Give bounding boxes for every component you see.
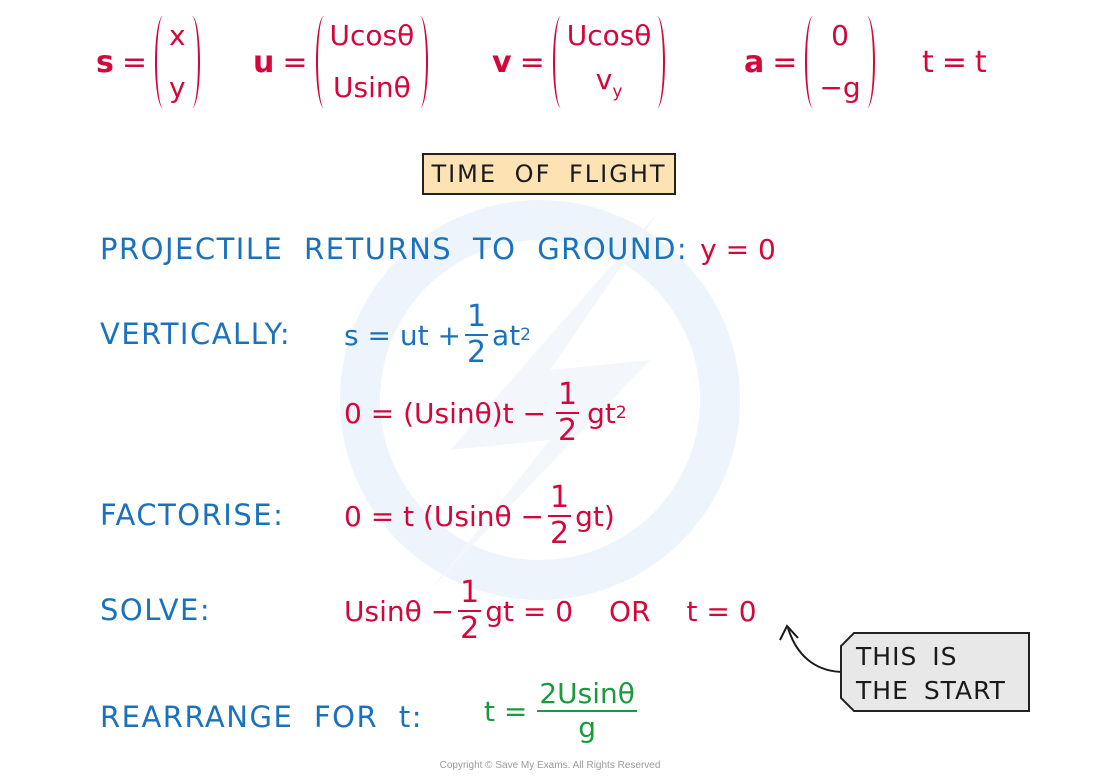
section-title: TIME OF FLIGHT	[422, 153, 676, 195]
vector-bottom: −g	[819, 71, 861, 104]
vector-top: Ucosθ	[329, 19, 415, 52]
equation-lhs: 0 = (Usinθ)t −	[344, 396, 547, 430]
fraction-numerator: 1	[466, 299, 487, 334]
fraction-half: 1 2	[556, 377, 580, 448]
vector-s-definition: s = x y	[96, 12, 200, 112]
fraction-half: 1 2	[458, 575, 482, 646]
vector-a-definition: a = 0 −g	[744, 12, 875, 112]
vector-bottom: Usinθ	[333, 71, 411, 104]
fraction-denominator: 2	[460, 611, 480, 646]
time-value: t	[974, 44, 987, 80]
step-math: y = 0	[700, 233, 776, 266]
fraction-denominator: 2	[549, 516, 570, 551]
annotation-tag: THIS IS THE START	[840, 632, 1030, 712]
fraction-denominator: g	[578, 711, 597, 744]
vector-top: Ucosθ	[566, 19, 652, 52]
equals-sign: =	[519, 44, 545, 80]
equation-term: at	[492, 318, 521, 352]
step-label-vertically: VERTICALLY:	[100, 317, 292, 351]
equation-lhs: 0 = t (Usinθ −	[344, 499, 544, 533]
vector-name: t	[922, 44, 934, 80]
time-definition: t = t	[922, 12, 987, 112]
vector-name: s	[96, 44, 114, 80]
vector-top: 0	[831, 19, 849, 52]
vector-bottom: vy	[596, 58, 623, 114]
fraction-half: 1 2	[547, 480, 572, 551]
equation-lhs: s = ut +	[344, 318, 461, 352]
column-vector: Ucosθ vy	[552, 14, 666, 110]
equals-sign: =	[772, 44, 798, 80]
step-label-factorise: FACTORISE:	[100, 498, 285, 532]
equation-term: gt = 0	[485, 594, 574, 628]
equals-sign: =	[941, 44, 967, 80]
equals-sign: =	[282, 44, 308, 80]
substituted-equation: 0 = (Usinθ)t − 1 2 gt 2	[344, 380, 627, 446]
step-label: PROJECTILE RETURNS TO GROUND:	[100, 232, 689, 266]
or-word: OR	[609, 594, 651, 628]
v-symbol: v	[595, 63, 613, 96]
equals-sign: =	[121, 44, 147, 80]
vector-top: x	[169, 19, 186, 52]
result-fraction: 2Usinθ g	[537, 680, 637, 742]
column-vector: Ucosθ Usinθ	[315, 14, 429, 110]
fraction-denominator: 2	[466, 335, 487, 370]
fraction-numerator: 2Usinθ	[539, 677, 635, 710]
equation-lhs: t =	[484, 694, 528, 728]
suvat-equation: s = ut + 1 2 at 2	[344, 302, 531, 368]
fraction-half: 1 2	[464, 299, 489, 370]
factorised-equation: 0 = t (Usinθ − 1 2 gt)	[344, 483, 615, 549]
subscript-y: y	[612, 82, 623, 102]
fraction-numerator: 1	[460, 575, 480, 610]
column-vector: 0 −g	[805, 14, 875, 110]
tag-line-1: THIS IS	[856, 642, 958, 671]
ground-step: PROJECTILE RETURNS TO GROUND: y = 0	[100, 232, 776, 266]
vector-u-definition: u = Ucosθ Usinθ	[253, 12, 429, 112]
alternative-solution: t = 0	[686, 594, 757, 628]
step-label-solve: SOLVE:	[100, 593, 212, 627]
vector-v-definition: v = Ucosθ vy	[492, 12, 666, 112]
column-vector: x y	[155, 14, 200, 110]
solve-equation: Usinθ − 1 2 gt = 0 OR t = 0	[344, 578, 757, 644]
step-label-rearrange: REARRANGE FOR t:	[100, 700, 423, 734]
exponent: 2	[615, 403, 627, 423]
exponent: 2	[520, 325, 531, 345]
vector-bottom: y	[169, 71, 186, 104]
equation-lhs: Usinθ −	[344, 594, 455, 628]
fraction-denominator: 2	[558, 413, 578, 448]
copyright-notice: Copyright © Save My Exams. All Rights Re…	[439, 760, 661, 771]
vector-name: u	[253, 44, 275, 80]
equation-term: gt)	[575, 499, 615, 533]
vector-name: v	[492, 44, 512, 80]
vector-name: a	[744, 44, 765, 80]
fraction-numerator: 1	[549, 480, 570, 515]
tag-line-2: THE START	[856, 676, 1006, 705]
time-of-flight-result: t = 2Usinθ g	[484, 680, 641, 742]
equation-term: gt	[587, 396, 616, 430]
fraction-numerator: 1	[558, 377, 578, 412]
